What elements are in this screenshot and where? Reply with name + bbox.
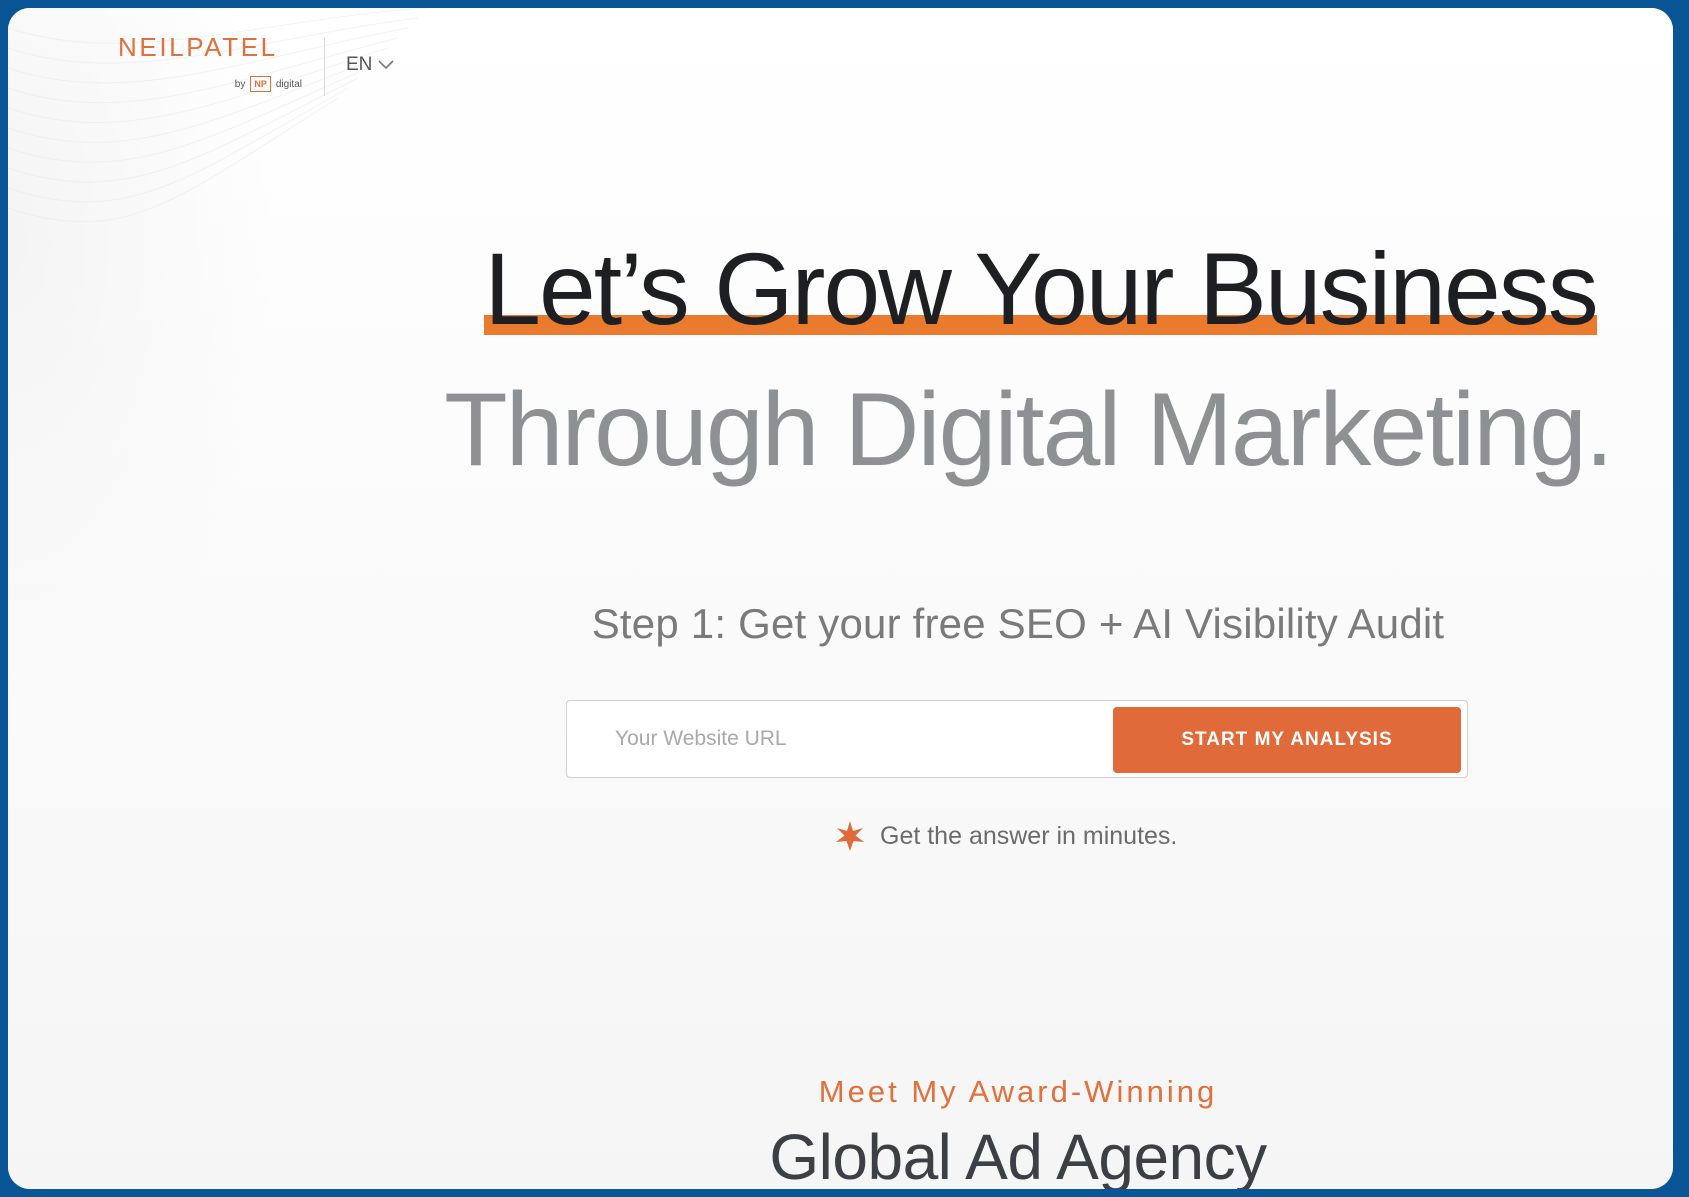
hero-headline-line2: Through Digital Marketing. <box>444 372 1614 488</box>
answer-note-text: Get the answer in minutes. <box>880 821 1178 850</box>
logo-byline: by NP digital <box>235 76 302 92</box>
browser-viewport: NEILPATEL by NP digital EN Let’s Grow Yo… <box>8 8 1673 1189</box>
website-url-input[interactable] <box>579 709 1099 769</box>
chevron-down-icon <box>378 60 394 70</box>
url-analysis-form: START MY ANALYSIS <box>566 700 1468 778</box>
answer-note: Get the answer in minutes. <box>834 820 1177 852</box>
decorative-wave-lines <box>8 8 428 223</box>
logo-sub-text: digital <box>275 78 302 90</box>
np-badge: NP <box>250 76 271 92</box>
step-title: Step 1: Get your free SEO + AI Visibilit… <box>591 600 1445 647</box>
logo-by-text: by <box>234 78 246 90</box>
headline-line1-text: Let’s Grow Your Business <box>484 232 1598 346</box>
header-divider <box>324 38 325 96</box>
start-analysis-button[interactable]: START MY ANALYSIS <box>1113 707 1461 773</box>
agency-eyebrow: Meet My Award-Winning <box>818 1074 1218 1109</box>
logo-wordmark: NEILPATEL <box>118 32 278 62</box>
language-label: EN <box>346 54 373 75</box>
agency-title: Global Ad Agency <box>769 1121 1267 1189</box>
language-selector[interactable]: EN <box>346 54 394 76</box>
headline-highlight-wrap: Let’s Grow Your Business <box>484 235 1599 343</box>
hero-headline-line1: Let’s Grow Your Business <box>8 235 1673 343</box>
neilpatel-logo[interactable]: NEILPATEL by NP digital <box>118 32 308 102</box>
star-burst-icon <box>836 821 864 851</box>
